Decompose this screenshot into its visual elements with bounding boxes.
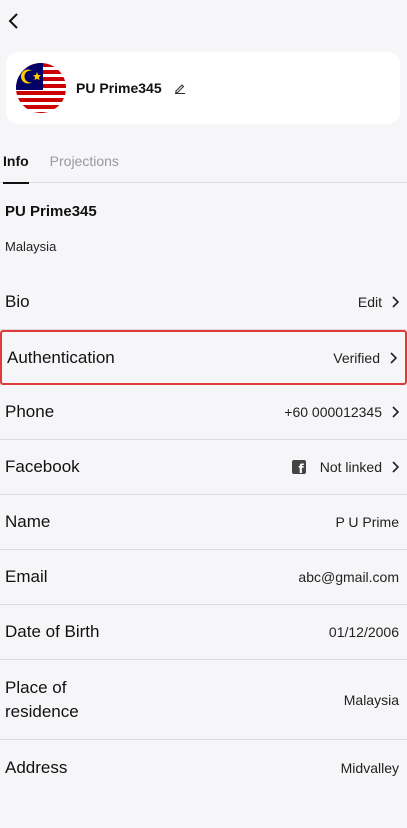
row-label: Bio: [5, 292, 30, 311]
tab-info[interactable]: Info: [3, 143, 29, 184]
row-label: Place of residence: [5, 677, 79, 721]
date-of-birth-row: Date of Birth 01/12/2006: [0, 605, 407, 660]
chevron-left-icon: [8, 13, 18, 29]
phone-value: +60 000012345: [284, 404, 382, 420]
chevron-right-icon: [389, 351, 397, 364]
top-bar: [0, 0, 407, 44]
facebook-row[interactable]: Facebook f Not linked: [0, 440, 407, 495]
row-label: Name: [5, 512, 51, 531]
edit-name-button[interactable]: [174, 82, 186, 94]
malaysia-flag-icon: [16, 63, 66, 113]
email-row: Email abc@gmail.com: [0, 550, 407, 605]
email-value: abc@gmail.com: [298, 569, 399, 585]
pencil-icon: [174, 84, 185, 94]
tab-bar: Info Projections: [0, 143, 407, 184]
authentication-status: Verified: [333, 349, 380, 366]
name-value: P U Prime: [335, 514, 399, 530]
account-country: Malaysia: [5, 239, 57, 254]
row-label: Email: [5, 567, 48, 586]
facebook-icon: f: [291, 460, 306, 474]
place-of-residence-value: Malaysia: [343, 691, 399, 708]
authentication-row[interactable]: Authentication Verified: [0, 330, 407, 385]
name-row: Name P U Prime: [0, 495, 407, 550]
row-label: Phone: [5, 402, 55, 421]
row-value-group: Edit: [358, 294, 399, 310]
place-of-residence-row: Place of residence Malaysia: [0, 660, 407, 740]
date-of-birth-value: 01/12/2006: [328, 624, 399, 640]
row-value-group: Verified: [333, 350, 397, 366]
row-label: Facebook: [5, 457, 80, 476]
row-value-group: f Not linked: [291, 459, 399, 475]
row-label: Address: [5, 757, 68, 777]
account-name: PU Prime345: [5, 203, 97, 220]
phone-row[interactable]: Phone +60 000012345: [0, 385, 407, 440]
bio-edit-value: Edit: [357, 294, 382, 310]
profile-card: PU Prime345: [6, 52, 400, 124]
address-row: Address Midvalley: [0, 740, 407, 795]
chevron-right-icon: [391, 461, 399, 473]
chevron-right-icon: [391, 296, 399, 308]
chevron-right-icon: [391, 406, 399, 418]
row-label: Authentication: [7, 347, 115, 367]
info-list: Bio Edit Authentication Verified Phone +…: [0, 275, 407, 795]
tab-projections[interactable]: Projections: [50, 143, 119, 183]
back-button[interactable]: [2, 8, 26, 34]
row-value-group: +60 000012345: [284, 404, 399, 420]
profile-name: PU Prime345: [76, 80, 162, 96]
address-value: Midvalley: [340, 759, 399, 776]
facebook-status: Not linked: [319, 459, 382, 475]
bio-row[interactable]: Bio Edit: [0, 275, 407, 330]
row-label: Date of Birth: [5, 622, 100, 641]
